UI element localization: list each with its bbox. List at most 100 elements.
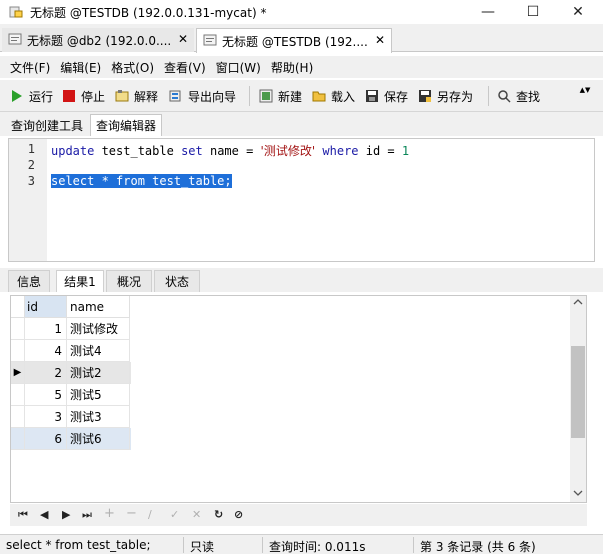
tab-info[interactable]: 信息 <box>8 270 50 292</box>
tab-query-editor[interactable]: 查询编辑器 <box>90 114 163 136</box>
column-header-id[interactable]: id <box>25 296 67 318</box>
find-button[interactable]: 查找 <box>497 87 540 105</box>
run-button[interactable]: 运行 <box>10 87 53 105</box>
explain-button[interactable]: 解释 <box>115 87 158 105</box>
scrollbar-thumb[interactable] <box>571 346 585 438</box>
stop-fetch-icon[interactable]: ⊘ <box>234 508 243 521</box>
edit-record-icon[interactable]: ∕ <box>148 508 152 521</box>
keyword: set <box>181 144 203 158</box>
tab-result1[interactable]: 结果1 <box>56 270 104 292</box>
row-selector[interactable] <box>11 318 25 340</box>
code-text: name = <box>202 144 261 158</box>
maximize-button[interactable]: ☐ <box>510 0 556 24</box>
column-header-name[interactable]: name <box>67 296 130 318</box>
close-tab-icon[interactable]: ✕ <box>178 32 188 46</box>
table-row[interactable]: 5 测试5 <box>11 384 131 406</box>
stop-button[interactable]: 停止 <box>62 87 105 105</box>
record-navigator: ⏮ ◀ ▶ ⏭ + − ∕ ✓ ✕ ↻ ⊘ <box>10 504 587 526</box>
sql-editor[interactable]: 1 2 3 update test_table set name = '测试修改… <box>8 138 595 262</box>
export-icon <box>169 89 183 103</box>
status-bar: select * from test_table; 只读 查询时间: 0.011… <box>0 534 603 554</box>
query-icon <box>203 33 217 50</box>
cell-name[interactable]: 测试6 <box>67 428 130 450</box>
run-label: 运行 <box>29 89 54 104</box>
add-record-icon[interactable]: + <box>104 506 115 521</box>
new-button[interactable]: 新建 <box>259 87 302 105</box>
result-tab-bar: 信息 结果1 概况 状态 <box>0 268 603 292</box>
line-number: 1 <box>27 142 35 156</box>
editor-tab-bar: 查询创建工具 查询编辑器 <box>0 112 603 136</box>
code-line-3: select * from test_table; <box>51 174 232 188</box>
table-row[interactable]: 4 测试4 <box>11 340 131 362</box>
row-selector[interactable] <box>11 340 25 362</box>
cell-id[interactable]: 2 <box>25 362 67 384</box>
menu-view[interactable]: 查看(V) <box>164 59 206 76</box>
cell-name[interactable]: 测试2 <box>67 362 130 384</box>
close-window-button[interactable]: ✕ <box>555 0 601 24</box>
load-button[interactable]: 载入 <box>312 87 355 105</box>
scroll-down-icon[interactable] <box>573 489 583 499</box>
save-as-button[interactable]: 另存为 <box>418 87 473 105</box>
row-selector[interactable] <box>11 428 25 450</box>
table-row[interactable]: 3 测试3 <box>11 406 131 428</box>
toolbar-overflow-button[interactable]: ▲▼ <box>580 86 591 104</box>
tab-overview[interactable]: 概况 <box>106 270 152 292</box>
code-text: test_table <box>94 144 182 158</box>
doc-tab-db2[interactable]: 无标题 @db2 (192.0.0.... ✕ <box>2 28 194 52</box>
cell-id[interactable]: 4 <box>25 340 67 362</box>
next-record-icon[interactable]: ▶ <box>62 508 70 521</box>
table-row[interactable]: 6 测试6 <box>11 428 131 450</box>
cell-id[interactable]: 1 <box>25 318 67 340</box>
tab-status[interactable]: 状态 <box>154 270 200 292</box>
new-label: 新建 <box>278 89 303 104</box>
minimize-button[interactable]: — <box>465 0 511 24</box>
cell-name[interactable]: 测试修改 <box>67 318 130 340</box>
document-tab-bar: 无标题 @db2 (192.0.0.... ✕ 无标题 @TESTDB (192… <box>0 24 603 53</box>
delete-record-icon[interactable]: − <box>126 506 137 521</box>
keyword: where <box>322 144 359 158</box>
save-as-label: 另存为 <box>437 89 474 104</box>
row-header-corner <box>11 296 25 318</box>
cell-name[interactable]: 测试4 <box>67 340 130 362</box>
cell-name[interactable]: 测试5 <box>67 384 130 406</box>
cell-name[interactable]: 测试3 <box>67 406 130 428</box>
selected-code: select * from test_table; <box>51 174 232 188</box>
stop-label: 停止 <box>81 89 106 104</box>
row-selector[interactable] <box>11 384 25 406</box>
line-number: 2 <box>27 158 35 172</box>
close-tab-icon[interactable]: ✕ <box>375 33 385 47</box>
database-icon <box>8 4 24 23</box>
cell-id[interactable]: 3 <box>25 406 67 428</box>
current-row-marker-icon[interactable]: ▶ <box>11 362 25 384</box>
table-row-current[interactable]: ▶ 2 测试2 <box>11 362 131 384</box>
last-record-icon[interactable]: ⏭ <box>82 508 92 522</box>
first-record-icon[interactable]: ⏮ <box>18 508 28 522</box>
refresh-icon[interactable]: ↻ <box>214 508 223 521</box>
menu-file[interactable]: 文件(F) <box>10 59 50 76</box>
discard-changes-icon[interactable]: ✕ <box>192 508 201 521</box>
menu-edit[interactable]: 编辑(E) <box>60 59 101 76</box>
code-text: id = <box>358 144 402 158</box>
menu-format[interactable]: 格式(O) <box>111 59 154 76</box>
menu-help[interactable]: 帮助(H) <box>271 59 313 76</box>
doc-tab-testdb[interactable]: 无标题 @TESTDB (192.... ✕ <box>196 28 392 53</box>
scroll-up-icon[interactable] <box>573 298 583 308</box>
tab-query-builder[interactable]: 查询创建工具 <box>6 114 88 136</box>
folder-icon <box>312 89 326 103</box>
export-wizard-label: 导出向导 <box>188 89 237 104</box>
load-label: 载入 <box>331 89 356 104</box>
save-button[interactable]: 保存 <box>365 87 408 105</box>
export-wizard-button[interactable]: 导出向导 <box>169 87 236 105</box>
apply-changes-icon[interactable]: ✓ <box>170 508 179 521</box>
doc-tab-label: 无标题 @TESTDB (192.... <box>222 34 368 49</box>
menu-window[interactable]: 窗口(W) <box>216 59 261 76</box>
prev-record-icon[interactable]: ◀ <box>40 508 48 521</box>
search-icon <box>497 89 511 103</box>
save-icon <box>365 89 379 103</box>
table-row[interactable]: 1 测试修改 <box>11 318 131 340</box>
cell-id[interactable]: 6 <box>25 428 67 450</box>
status-query-text: select * from test_table; <box>6 538 151 552</box>
vertical-scrollbar[interactable] <box>570 296 586 502</box>
cell-id[interactable]: 5 <box>25 384 67 406</box>
row-selector[interactable] <box>11 406 25 428</box>
